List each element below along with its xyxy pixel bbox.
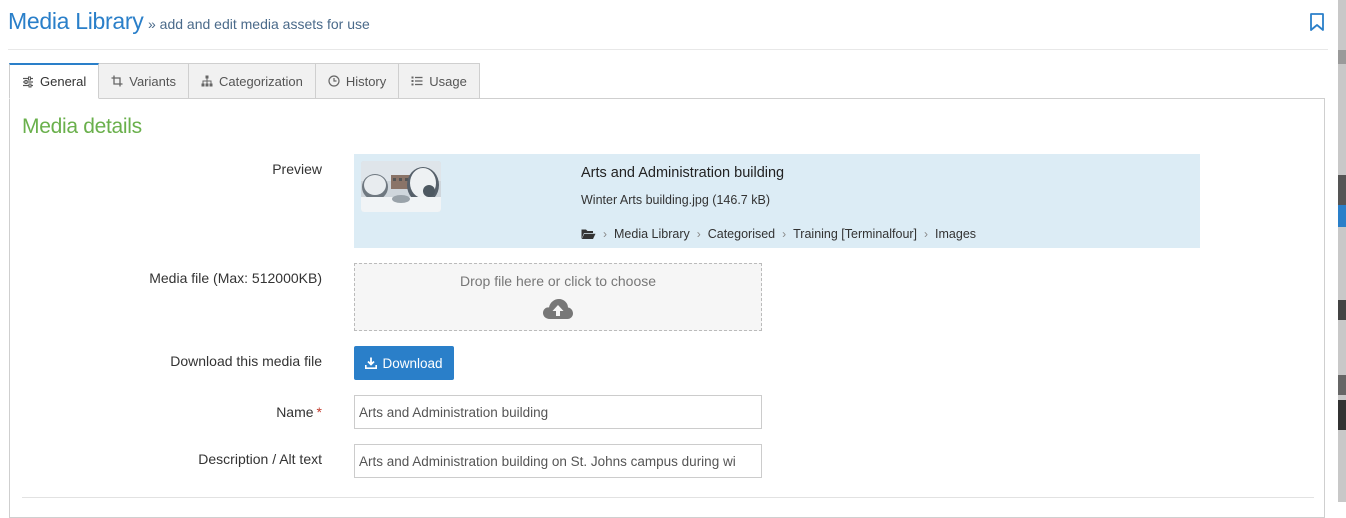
- media-file-label: Media file (Max: 512000KB): [149, 270, 322, 286]
- tab-history[interactable]: History: [315, 63, 400, 99]
- tab-label: History: [345, 73, 387, 89]
- tab-general[interactable]: General: [9, 63, 100, 99]
- tab-variants[interactable]: Variants: [99, 63, 189, 99]
- breadcrumb-item[interactable]: Images: [935, 227, 976, 241]
- clock-icon: [328, 75, 340, 87]
- list-icon: [411, 76, 423, 86]
- tab-usage[interactable]: Usage: [399, 63, 480, 99]
- breadcrumb-separator: ›: [782, 227, 787, 241]
- description-input[interactable]: [354, 444, 762, 478]
- download-button-label: Download: [382, 355, 443, 371]
- breadcrumb-item[interactable]: Media Library: [614, 227, 690, 241]
- name-label: Name *: [276, 404, 322, 420]
- sitemap-icon: [201, 75, 213, 87]
- tab-categorization[interactable]: Categorization: [188, 63, 316, 99]
- asset-title: Arts and Administration building: [581, 165, 785, 181]
- page-header: Media Library » add and edit media asset…: [8, 6, 1328, 50]
- description-label: Description / Alt text: [198, 451, 322, 467]
- crop-icon: [111, 75, 123, 87]
- adjacent-window-edge: [1338, 0, 1346, 502]
- breadcrumb-item[interactable]: Training [Terminalfour]: [793, 227, 917, 241]
- tab-label: Variants: [129, 73, 176, 89]
- breadcrumb-separator: ›: [603, 227, 607, 241]
- sliders-icon: [23, 76, 33, 87]
- breadcrumb-item[interactable]: Categorised: [708, 227, 775, 241]
- bookmark-icon[interactable]: [1308, 12, 1326, 32]
- download-icon: [365, 357, 378, 369]
- page-subtitle: » add and edit media assets for use: [148, 16, 370, 32]
- tab-label: Usage: [429, 73, 467, 89]
- file-dropzone[interactable]: Drop file here or click to choose: [354, 263, 762, 331]
- name-label-text: Name: [276, 404, 314, 420]
- cloud-upload-icon: [543, 299, 573, 319]
- breadcrumb: › Media Library › Categorised › Training…: [581, 227, 976, 241]
- breadcrumb-separator: ›: [924, 227, 929, 241]
- general-panel: Media details Preview Arts and Administr…: [9, 98, 1325, 518]
- name-input[interactable]: [354, 395, 762, 429]
- download-label: Download this media file: [170, 353, 322, 369]
- section-divider: [22, 497, 1314, 498]
- download-button[interactable]: Download: [354, 346, 454, 380]
- dropzone-text: Drop file here or click to choose: [459, 273, 657, 289]
- page-title: Media Library: [8, 8, 144, 34]
- tab-label: Categorization: [218, 73, 303, 89]
- asset-file-info: Winter Arts building.jpg (146.7 kB): [581, 193, 770, 207]
- required-marker: *: [316, 404, 322, 420]
- section-title: Media details: [22, 115, 142, 138]
- preview-box: Arts and Administration building Winter …: [354, 154, 1200, 248]
- folder-open-icon: [581, 229, 596, 239]
- asset-thumbnail[interactable]: [361, 161, 441, 212]
- breadcrumb-separator: ›: [696, 227, 701, 241]
- tab-label: General: [40, 74, 87, 89]
- preview-label: Preview: [272, 161, 322, 177]
- tab-bar: General Variants Categorization History: [9, 63, 480, 99]
